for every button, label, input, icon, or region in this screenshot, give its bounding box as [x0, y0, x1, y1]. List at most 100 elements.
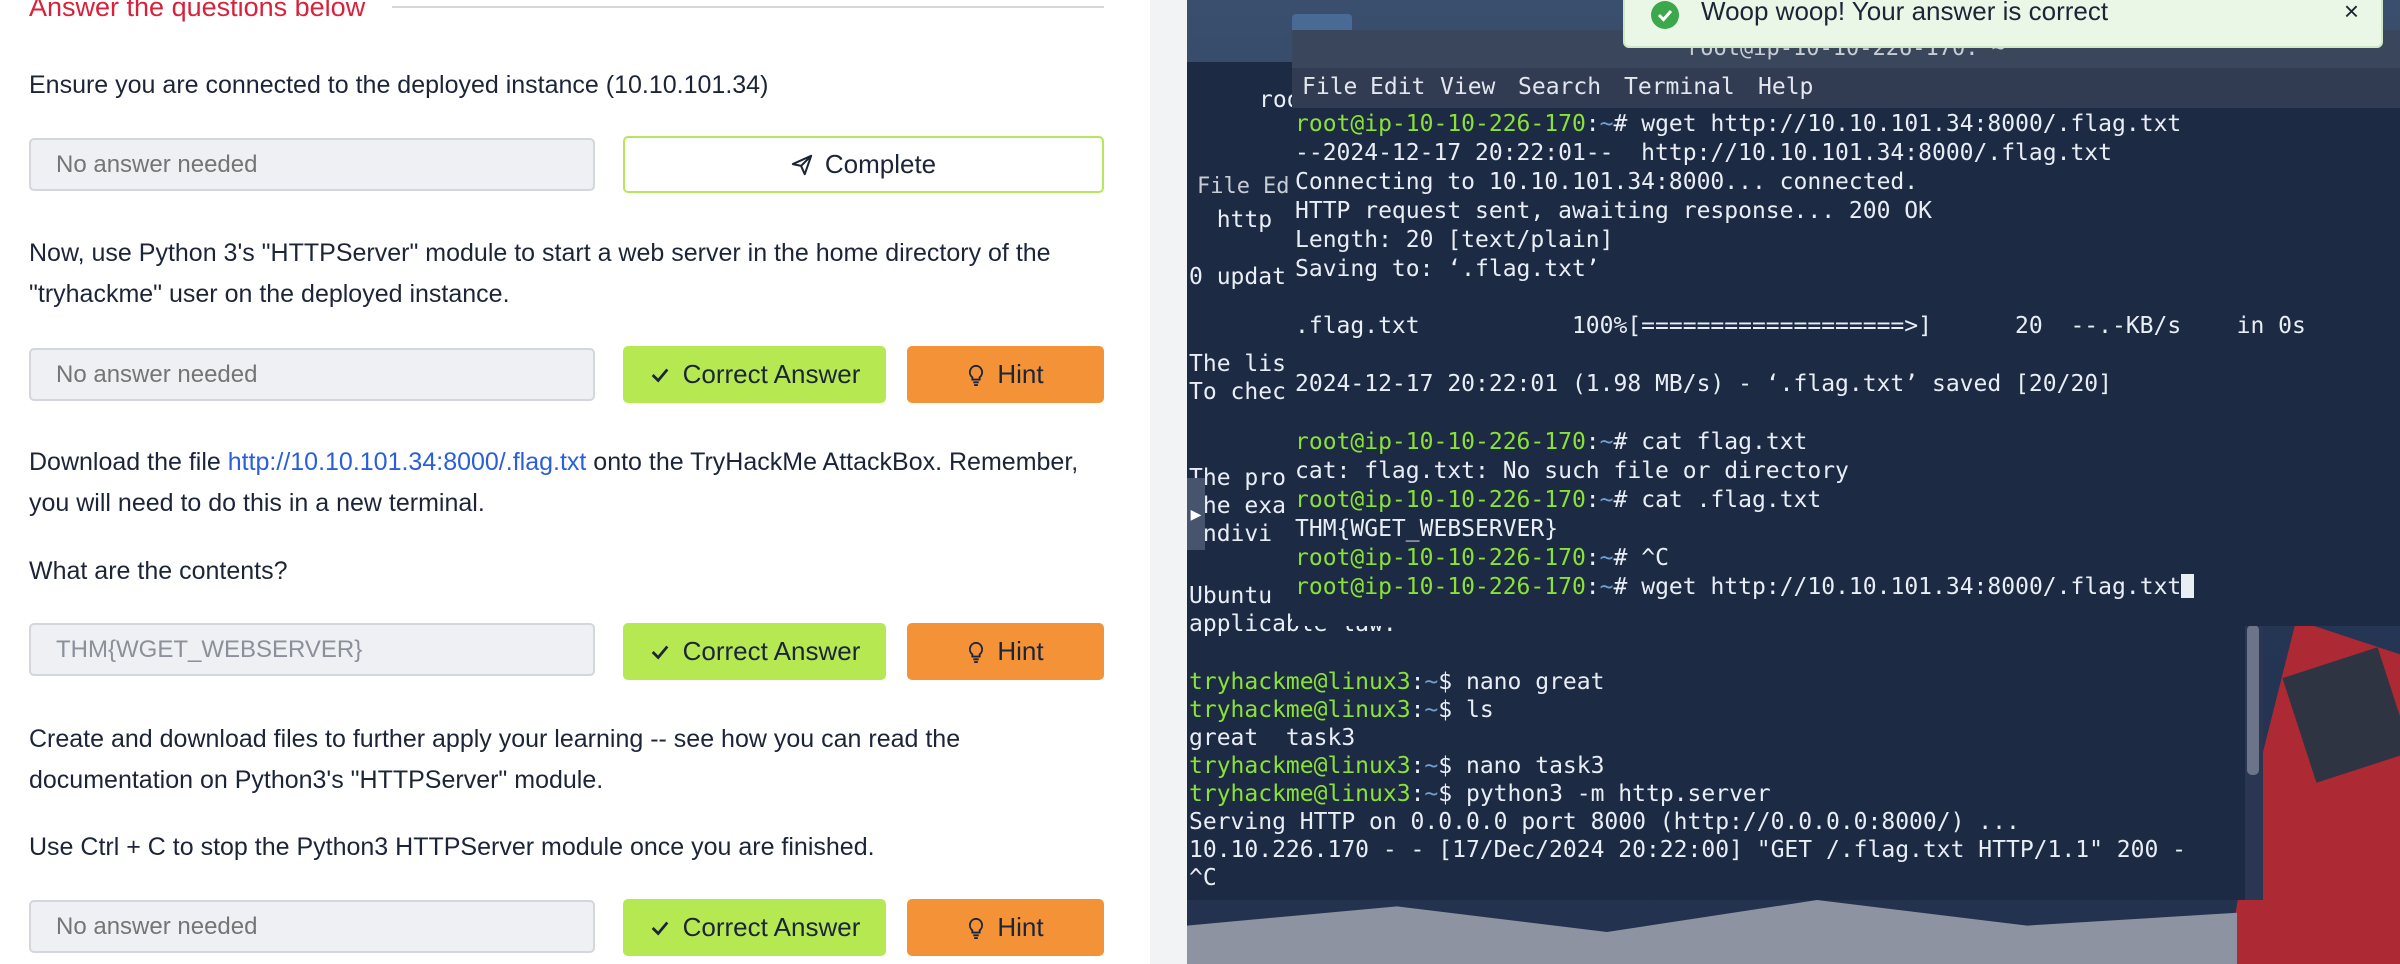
front-terminal-line: root@ip-10-10-226-170:~# ^C [1295, 544, 1669, 573]
prompt-end: $ [1438, 781, 1466, 807]
command-text: cat flag.txt [1641, 429, 1808, 455]
front-terminal-line: --2024-12-17 20:22:01-- http://10.10.101… [1295, 140, 2112, 166]
front-terminal-line: Connecting to 10.10.101.34:8000... conne… [1295, 169, 1919, 195]
back-terminal-line: 10.10.226.170 - - [17/Dec/2024 20:22:00]… [1189, 837, 2186, 863]
prompt-path: ~ [1599, 574, 1614, 600]
front-terminal-line[interactable]: root@ip-10-10-226-170:~# wget http://10.… [1295, 573, 2195, 602]
prompt-path: ~ [1599, 545, 1614, 571]
correct-answer-button-2[interactable]: Correct Answer [623, 346, 886, 403]
vm-desktop[interactable]: roo File Ed http 0 updat The lis To chec… [1187, 0, 2400, 964]
back-terminal-line: tryhackme@linux3:~$ nano task3 [1189, 752, 1604, 780]
prompt-user: root@ip-10-10-226-170 [1295, 487, 1586, 513]
prompt-sep: : [1585, 545, 1600, 571]
chevron-right-icon: ▶ [1190, 505, 1202, 522]
command-text: wget http://10.10.101.34:8000/.flag.txt [1641, 574, 2182, 600]
hint-label: Hint [997, 912, 1044, 942]
command-text: wget http://10.10.101.34:8000/.flag.txt [1641, 111, 2182, 137]
answer-input-4[interactable] [29, 900, 595, 953]
back-terminal-line: tryhackme@linux3:~$ nano great [1189, 668, 1604, 696]
menu-help[interactable]: Help [1758, 74, 1813, 100]
menu-edit[interactable]: Edit [1370, 74, 1425, 100]
prompt-path: ~ [1424, 697, 1439, 723]
back-terminal-line: tryhackme@linux3:~$ ls [1189, 696, 1494, 724]
hint-button-3[interactable]: Hint [907, 623, 1104, 680]
correct-answer-button-4[interactable]: Correct Answer [623, 899, 886, 956]
command-text: nano task3 [1465, 753, 1605, 779]
correct-answer-button-3[interactable]: Correct Answer [623, 623, 886, 680]
front-terminal-menubar: File Edit View Search Terminal Help [1292, 68, 2400, 108]
menu-edit[interactable]: Ed [1263, 174, 1290, 199]
prompt-sep: : [1585, 574, 1600, 600]
front-terminal-line: .flag.txt 100%[===================>] 20 … [1295, 313, 2306, 339]
prompt-path: ~ [1424, 669, 1439, 695]
section-title: Answer the questions below [29, 0, 366, 22]
hint-button-2[interactable]: Hint [907, 346, 1104, 403]
close-icon[interactable]: × [2344, 0, 2359, 27]
back-terminal-line: tryhackme@linux3:~$ python3 -m http.serv… [1189, 780, 1771, 808]
menu-file[interactable]: File [1302, 74, 1357, 100]
prompt-end: $ [1438, 753, 1466, 779]
prompt-sep: : [1585, 487, 1600, 513]
hint-button-4[interactable]: Hint [907, 899, 1104, 956]
question-2-text: Now, use Python 3's "HTTPServer" module … [29, 239, 1051, 308]
lightbulb-icon [969, 641, 984, 663]
send-icon [791, 154, 813, 175]
prompt-user: tryhackme@linux3 [1189, 669, 1411, 695]
prompt-path: ~ [1599, 487, 1614, 513]
side-panel-toggle[interactable]: ▶ [1187, 478, 1205, 550]
toast-message: Woop woop! Your answer is correct [1701, 0, 2109, 26]
success-toast: Woop woop! Your answer is correct × [1623, 0, 2383, 48]
front-terminal-window[interactable]: root@ip-10-10-226-170: ~ File Edit View … [1292, 30, 2400, 626]
flag-file-link[interactable]: http://10.10.101.34:8000/.flag.txt [228, 448, 587, 476]
answer-input-3[interactable]: THM{WGET_WEBSERVER} [29, 623, 595, 676]
prompt-end: # [1613, 429, 1642, 455]
complete-button[interactable]: Complete [623, 136, 1104, 193]
prompt-end: # [1613, 487, 1642, 513]
answer-input-2[interactable] [29, 348, 595, 401]
menu-terminal[interactable]: Terminal [1624, 74, 1735, 100]
text-cursor [2181, 574, 2195, 598]
prompt-sep: : [1410, 669, 1425, 695]
back-terminal-fragment: 0 updat [1189, 264, 1286, 290]
front-terminal-line: THM{WGET_WEBSERVER} [1295, 516, 1559, 542]
prompt-user: tryhackme@linux3 [1189, 781, 1411, 807]
questions-panel: Answer the questions below Ensure you ar… [0, 0, 1150, 964]
front-terminal-line: root@ip-10-10-226-170:~# cat flag.txt [1295, 428, 1807, 457]
check-circle-icon [1651, 1, 1679, 29]
prompt-user: root@ip-10-10-226-170 [1295, 429, 1586, 455]
command-text: nano great [1465, 669, 1605, 695]
prompt-sep: : [1410, 697, 1425, 723]
back-terminal-fragment: Ubuntu [1189, 583, 1273, 609]
panel-divider[interactable] [1150, 0, 1187, 964]
prompt-path: ~ [1424, 781, 1439, 807]
check-icon [651, 921, 669, 936]
prompt-user: tryhackme@linux3 [1189, 753, 1411, 779]
check-icon [651, 645, 669, 660]
prompt-end: $ [1438, 697, 1466, 723]
front-terminal-line: cat: flag.txt: No such file or directory [1295, 458, 1849, 484]
question-3-text: Download the file http://10.10.101.34:80… [29, 442, 1109, 524]
question-4-note: Use Ctrl + C to stop the Python3 HTTPSer… [29, 833, 875, 861]
complete-button-label: Complete [824, 149, 937, 179]
front-terminal-line: Saving to: ‘.flag.txt’ [1295, 256, 1600, 282]
prompt-sep: : [1585, 429, 1600, 455]
back-terminal-scrollbar-thumb[interactable] [2247, 625, 2259, 775]
back-terminal-fragment: http [1189, 207, 1273, 233]
check-icon [651, 368, 669, 383]
correct-answer-label: Correct Answer [682, 359, 861, 389]
back-terminal-fragment: The lis [1189, 351, 1286, 377]
front-terminal-line: 2024-12-17 20:22:01 (1.98 MB/s) - ‘.flag… [1295, 371, 2112, 397]
front-terminal-line: Length: 20 [text/plain] [1295, 227, 1614, 253]
menu-file[interactable]: File [1197, 174, 1250, 199]
prompt-end: # [1613, 545, 1642, 571]
prompt-sep: : [1410, 781, 1425, 807]
hint-label: Hint [997, 636, 1044, 666]
back-terminal-line: Serving HTTP on 0.0.0.0 port 8000 (http:… [1189, 809, 2020, 835]
question-3-prompt: What are the contents? [29, 557, 288, 585]
answer-input-1[interactable] [29, 138, 595, 191]
prompt-user: root@ip-10-10-226-170 [1295, 545, 1586, 571]
menu-search[interactable]: Search [1518, 74, 1601, 100]
front-terminal-line: root@ip-10-10-226-170:~# wget http://10.… [1295, 110, 2181, 139]
menu-view[interactable]: View [1440, 74, 1495, 100]
front-terminal-line: HTTP request sent, awaiting response... … [1295, 198, 1932, 224]
